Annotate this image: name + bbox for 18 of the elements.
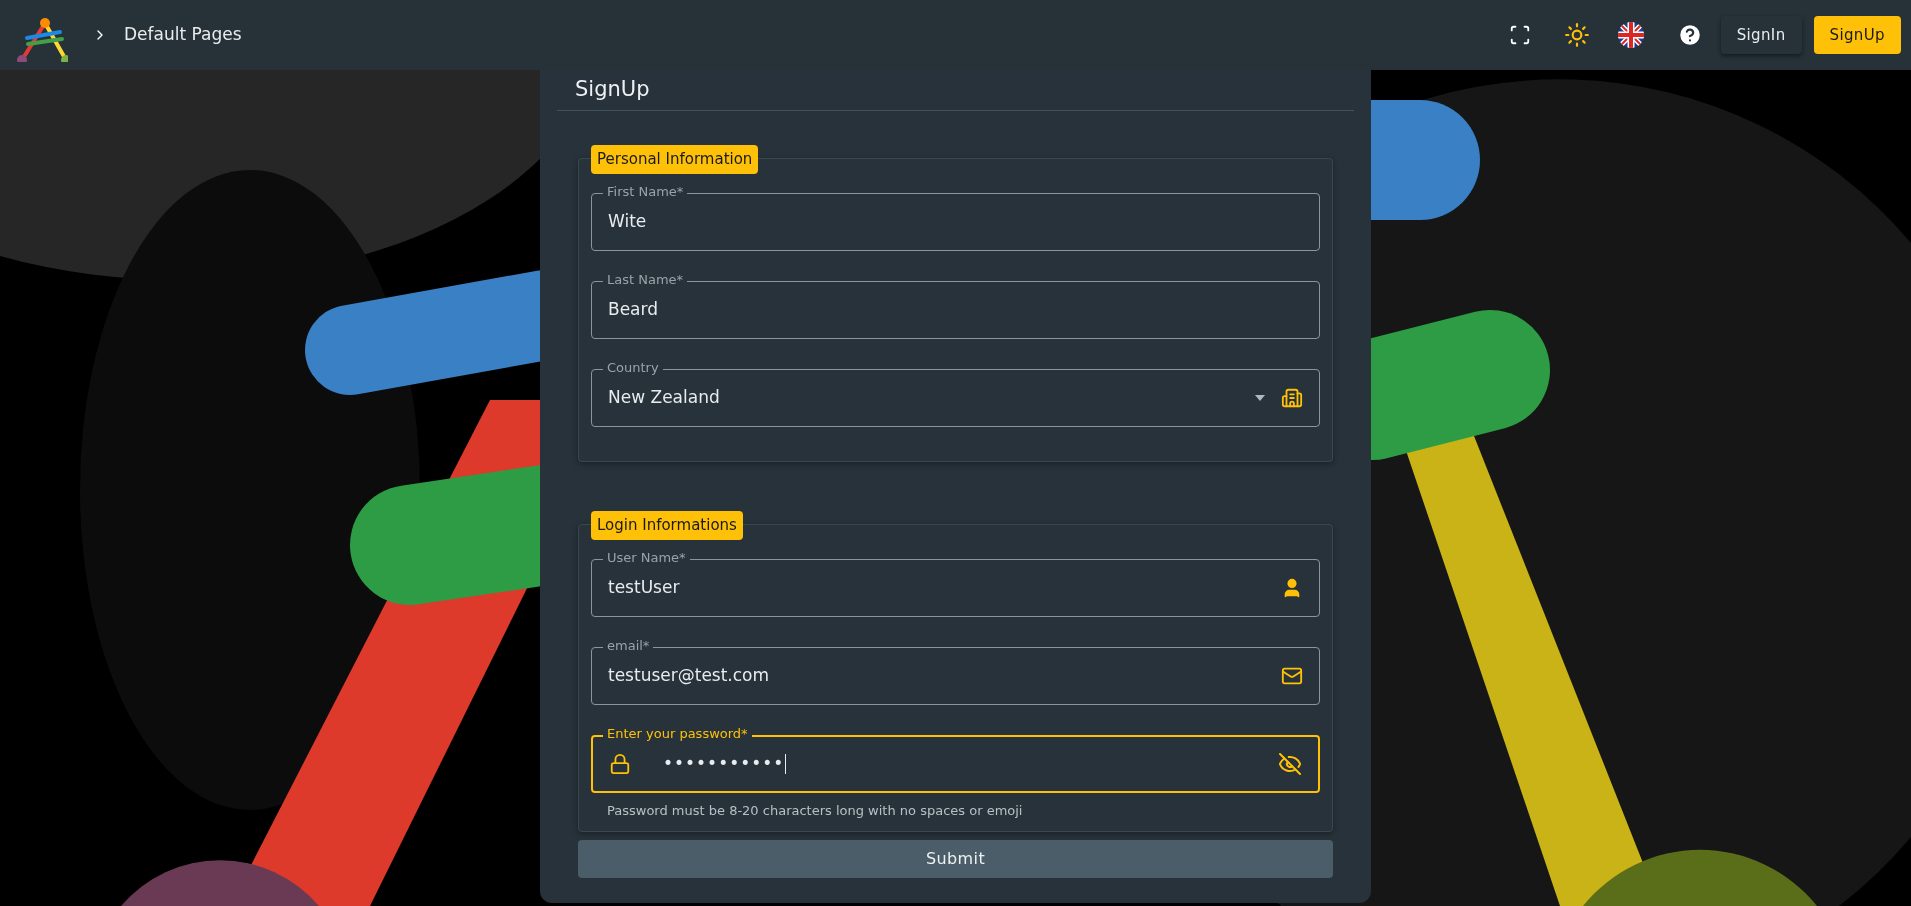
lock-icon — [609, 753, 631, 775]
card-title: SignUp — [575, 76, 650, 104]
building-icon — [1281, 387, 1303, 409]
submit-button[interactable]: Submit — [578, 839, 1333, 878]
signup-button[interactable]: SignUp — [1813, 16, 1901, 54]
fullscreen-icon[interactable] — [1508, 24, 1531, 46]
breadcrumb-title[interactable]: Default Pages — [124, 22, 242, 48]
floating-label: Enter your password* — [603, 726, 752, 742]
mail-icon — [1281, 665, 1303, 687]
flag-icon[interactable] — [1617, 22, 1644, 48]
floating-label: Country — [603, 360, 663, 376]
section-legend: Personal Information — [591, 145, 759, 174]
eye-off-icon[interactable] — [1278, 752, 1302, 776]
dropdown-caret-icon[interactable] — [1255, 395, 1265, 401]
sun-icon[interactable] — [1563, 22, 1590, 48]
section-legend: Login Informations — [591, 511, 743, 540]
helper-text: Password must be 8-20 characters long with no spaces or emoji — [607, 802, 1024, 820]
signin-button[interactable]: SignIn — [1720, 16, 1802, 54]
